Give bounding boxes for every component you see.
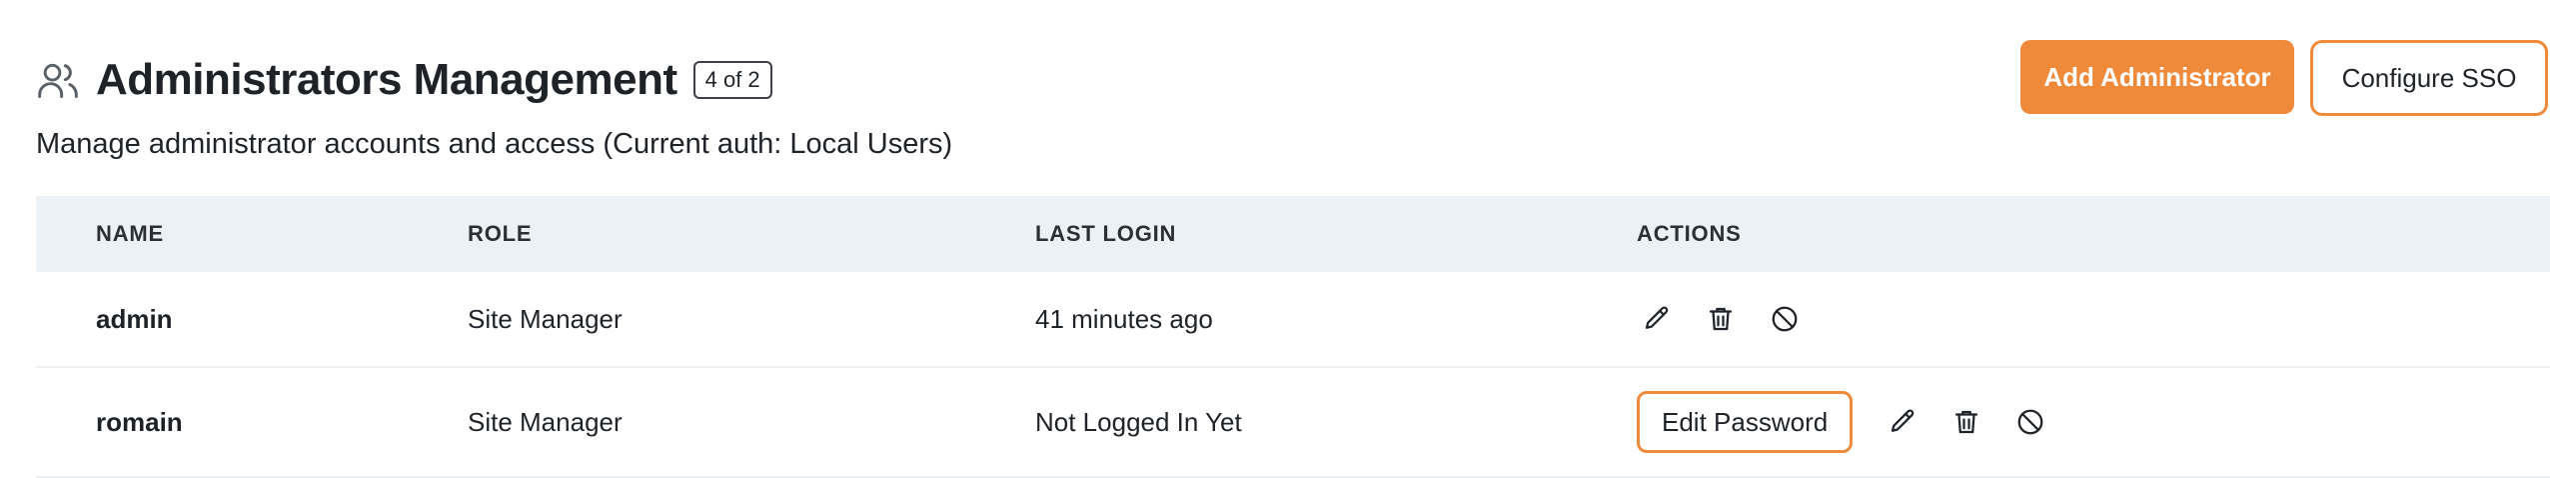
configure-sso-button[interactable]: Configure SSO [2310,40,2548,116]
row-actions [1637,299,1829,339]
ban-icon[interactable] [1765,299,1805,339]
administrators-table: NAME ROLE LAST LOGIN ACTIONS admin Site … [36,196,2550,478]
row-actions: Edit Password [1637,391,2074,453]
ban-icon[interactable] [2010,402,2050,442]
page-subtitle: Manage administrator accounts and access… [36,128,953,160]
table-row: romain Site Manager Not Logged In Yet Ed… [36,368,2550,478]
trash-icon[interactable] [1701,299,1741,339]
trash-icon[interactable] [1946,402,1986,442]
admin-role: Site Manager [468,406,623,437]
users-icon [36,58,80,102]
table-header: NAME ROLE LAST LOGIN ACTIONS [36,196,2550,272]
admin-last-login: 41 minutes ago [1035,303,1213,334]
column-header-actions: ACTIONS [1637,221,1742,246]
admin-name: romain [96,406,183,437]
column-header-last-login: LAST LOGIN [1035,221,1177,246]
admin-name: admin [96,303,173,334]
pencil-icon[interactable] [1883,402,1923,442]
column-header-name: NAME [96,221,164,246]
table-row: admin Site Manager 41 minutes ago [36,272,2550,368]
edit-password-button[interactable]: Edit Password [1637,391,1854,453]
page-header: Administrators Management 4 of 2 [36,40,772,120]
count-badge: 4 of 2 [692,61,772,99]
admin-last-login: Not Logged In Yet [1035,406,1242,437]
add-administrator-button[interactable]: Add Administrator [2020,40,2294,114]
column-header-role: ROLE [468,221,533,246]
pencil-icon[interactable] [1637,299,1677,339]
page-title: Administrators Management [96,55,677,104]
admin-role: Site Manager [468,303,623,334]
